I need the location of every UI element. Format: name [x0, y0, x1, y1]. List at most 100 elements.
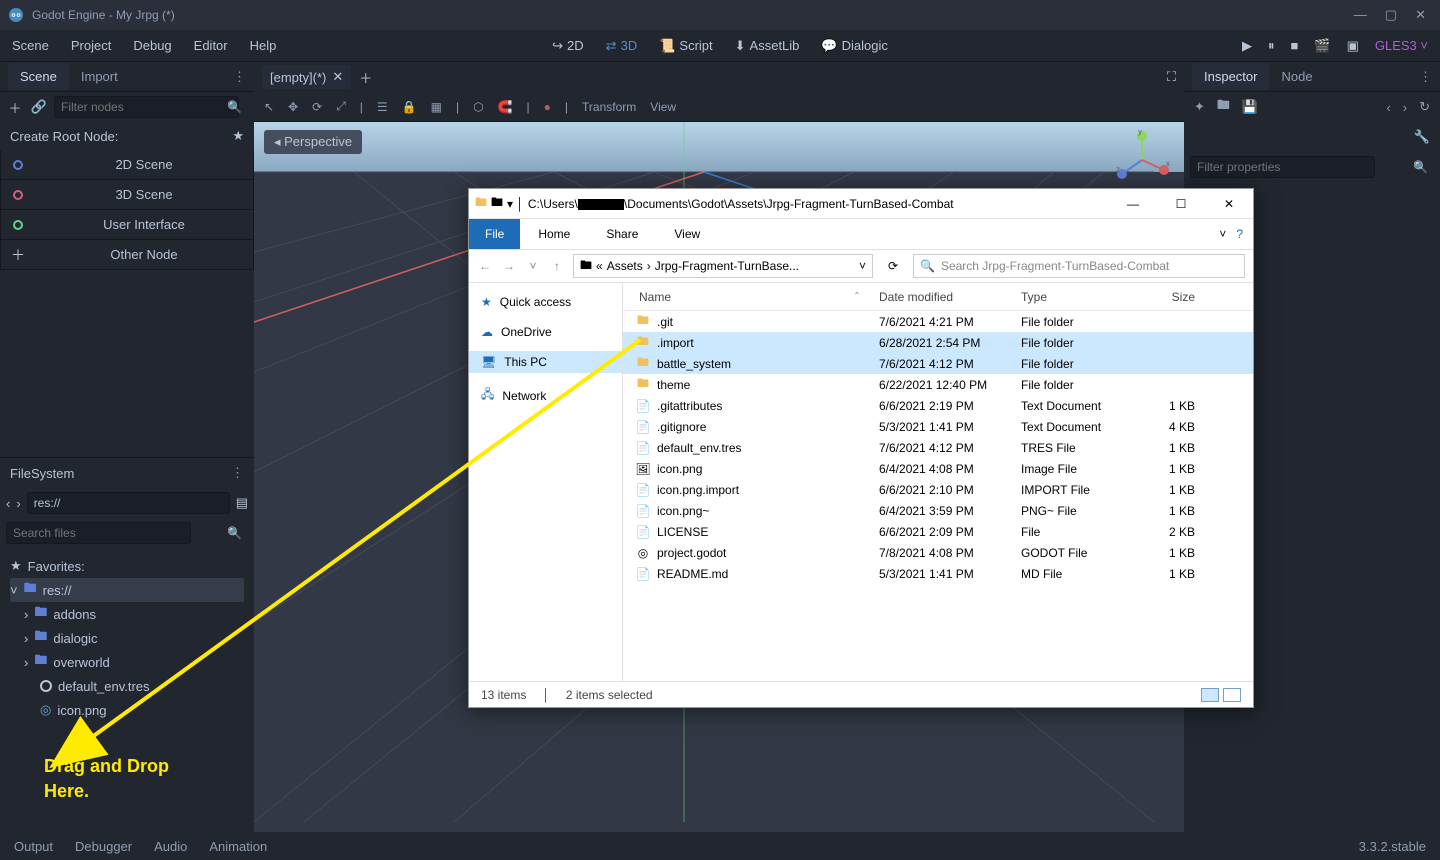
scale-tool-icon[interactable]: ⤢: [336, 99, 346, 114]
add-tab-icon[interactable]: ＋: [359, 68, 372, 87]
icons-view-icon[interactable]: [1223, 688, 1241, 702]
refresh-icon[interactable]: ⟳: [881, 259, 905, 273]
snap-icon[interactable]: 🧲: [498, 100, 513, 114]
lock-icon[interactable]: 🔒: [402, 100, 417, 114]
cube-icon[interactable]: ⬡: [473, 100, 483, 114]
3d-gizmo[interactable]: yzx: [1112, 130, 1172, 190]
close-button[interactable]: ✕: [1415, 7, 1426, 23]
mode-2d[interactable]: ↪ 2D: [552, 38, 584, 54]
stop-button[interactable]: ■: [1291, 38, 1299, 53]
bottom-animation[interactable]: Animation: [209, 839, 267, 854]
tab-scene[interactable]: Scene: [8, 63, 69, 90]
favorite-icon[interactable]: ★: [232, 128, 244, 144]
close-tab-icon[interactable]: ✕: [332, 69, 343, 85]
file-row[interactable]: ◎project.godot7/8/2021 4:08 PMGODOT File…: [623, 542, 1253, 563]
perspective-badge[interactable]: ◂ Perspective: [264, 130, 362, 154]
fs-forward-icon[interactable]: ›: [16, 496, 20, 511]
fs-file-icon[interactable]: ◎ icon.png: [10, 698, 244, 722]
open-resource-icon[interactable]: 🖿: [1217, 96, 1230, 118]
file-row[interactable]: 📄icon.png~6/4/2021 3:59 PMPNG~ File1 KB: [623, 500, 1253, 521]
tab-inspector[interactable]: Inspector: [1192, 63, 1269, 90]
fs-grid-icon[interactable]: ▤: [236, 495, 248, 511]
play-custom-button[interactable]: ▣: [1347, 38, 1359, 54]
file-row[interactable]: 📄LICENSE6/6/2021 2:09 PMFile2 KB: [623, 521, 1253, 542]
ribbon-expand-icon[interactable]: ˅: [1219, 227, 1226, 241]
mode-dialogic[interactable]: 💬 Dialogic: [821, 38, 887, 54]
view-menu[interactable]: View: [650, 100, 676, 114]
file-row[interactable]: 📄.gitattributes6/6/2021 2:19 PMText Docu…: [623, 395, 1253, 416]
create-other-node[interactable]: ＋ Other Node: [0, 240, 254, 270]
tab-node[interactable]: Node: [1269, 63, 1324, 90]
play-scene-button[interactable]: 🎬: [1314, 38, 1330, 54]
nav-back-icon[interactable]: ←: [477, 259, 493, 273]
nav-forward-icon[interactable]: →: [501, 259, 517, 273]
col-size[interactable]: Size: [1137, 290, 1207, 304]
file-row[interactable]: 📄README.md5/3/2021 1:41 PMMD File1 KB: [623, 563, 1253, 584]
filesystem-menu-icon[interactable]: ⋮: [231, 465, 244, 481]
file-row[interactable]: 🖿.git7/6/2021 4:21 PMFile folder: [623, 311, 1253, 332]
camera-icon[interactable]: ●: [544, 100, 551, 114]
wrench-icon[interactable]: 🔧: [1414, 129, 1430, 145]
exp-maximize[interactable]: ☐: [1163, 197, 1199, 211]
side-quick-access[interactable]: ★Quick access: [469, 291, 622, 313]
ribbon-view[interactable]: View: [656, 227, 718, 241]
transform-menu[interactable]: Transform: [582, 100, 636, 114]
menu-help[interactable]: Help: [250, 38, 277, 53]
history-icon[interactable]: ↻: [1419, 99, 1430, 115]
col-name[interactable]: Name ˆ: [623, 290, 879, 304]
link-icon[interactable]: 🔗: [30, 99, 48, 115]
details-view-icon[interactable]: [1201, 688, 1219, 702]
explorer-search-input[interactable]: 🔍 Search Jrpg-Fragment-TurnBased-Combat: [913, 254, 1245, 278]
bottom-debugger[interactable]: Debugger: [75, 839, 132, 854]
file-row[interactable]: 📄.gitignore5/3/2021 1:41 PMText Document…: [623, 416, 1253, 437]
fs-back-icon[interactable]: ‹: [6, 496, 10, 511]
maximize-button[interactable]: ▢: [1385, 7, 1397, 23]
exp-close[interactable]: ✕: [1211, 197, 1247, 211]
mode-3d[interactable]: ⇄ 3D: [606, 38, 638, 54]
side-thispc[interactable]: 🖥This PC: [469, 351, 622, 373]
minimize-button[interactable]: —: [1354, 7, 1367, 23]
address-bar[interactable]: 🖿 « Assets › Jrpg-Fragment-TurnBase... ˅: [573, 254, 873, 278]
menu-project[interactable]: Project: [71, 38, 111, 53]
bottom-audio[interactable]: Audio: [154, 839, 187, 854]
menu-editor[interactable]: Editor: [194, 38, 228, 53]
menu-scene[interactable]: Scene: [12, 38, 49, 53]
move-tool-icon[interactable]: ✥: [288, 100, 298, 114]
side-network[interactable]: 🖧Network: [469, 381, 622, 410]
help-icon[interactable]: ?: [1236, 227, 1243, 241]
mode-script[interactable]: 📜 Script: [659, 38, 712, 54]
ribbon-share[interactable]: Share: [588, 227, 656, 241]
list-tool-icon[interactable]: ☰: [377, 100, 388, 114]
filter-nodes-input[interactable]: [54, 96, 239, 118]
file-row[interactable]: 📄icon.png.import6/6/2021 2:10 PMIMPORT F…: [623, 479, 1253, 500]
file-row[interactable]: 🖼icon.png6/4/2021 4:08 PMImage File1 KB: [623, 458, 1253, 479]
renderer-dropdown[interactable]: GLES3 ˅: [1375, 38, 1428, 53]
distraction-free-icon[interactable]: ⛶: [1167, 69, 1176, 85]
scene-tab-empty[interactable]: [empty](*) ✕: [262, 65, 351, 89]
fs-favorites[interactable]: ★ Favorites:: [10, 554, 244, 578]
select-tool-icon[interactable]: ↖: [264, 100, 274, 114]
side-onedrive[interactable]: ☁OneDrive: [469, 321, 622, 343]
fs-search-input[interactable]: [6, 522, 191, 544]
ribbon-file[interactable]: File: [469, 219, 520, 249]
add-node-button[interactable]: ＋: [6, 98, 24, 117]
file-row[interactable]: 📄default_env.tres7/6/2021 4:12 PMTRES Fi…: [623, 437, 1253, 458]
new-resource-icon[interactable]: ✦: [1194, 99, 1205, 115]
fs-file-env[interactable]: default_env.tres: [10, 674, 244, 698]
play-button[interactable]: ▶: [1242, 38, 1252, 54]
create-3d-scene[interactable]: 3D Scene: [0, 180, 254, 210]
tab-import[interactable]: Import: [69, 63, 130, 90]
file-row[interactable]: 🖿.import6/28/2021 2:54 PMFile folder: [623, 332, 1253, 353]
history-back-icon[interactable]: ‹: [1386, 100, 1390, 115]
fs-folder-dialogic[interactable]: › 🖿 dialogic: [10, 626, 244, 650]
file-row[interactable]: 🖿theme6/22/2021 12:40 PMFile folder: [623, 374, 1253, 395]
col-date[interactable]: Date modified: [879, 290, 1021, 304]
filter-properties-input[interactable]: [1190, 156, 1375, 178]
nav-up-icon[interactable]: ↑: [549, 259, 565, 273]
fs-folder-addons[interactable]: › 🖿 addons: [10, 602, 244, 626]
pause-button[interactable]: ⏸: [1268, 38, 1275, 54]
mode-assetlib[interactable]: ⬇ AssetLib: [735, 38, 800, 54]
rotate-tool-icon[interactable]: ⟳: [312, 100, 322, 114]
exp-minimize[interactable]: —: [1115, 197, 1151, 211]
col-type[interactable]: Type: [1021, 290, 1137, 304]
